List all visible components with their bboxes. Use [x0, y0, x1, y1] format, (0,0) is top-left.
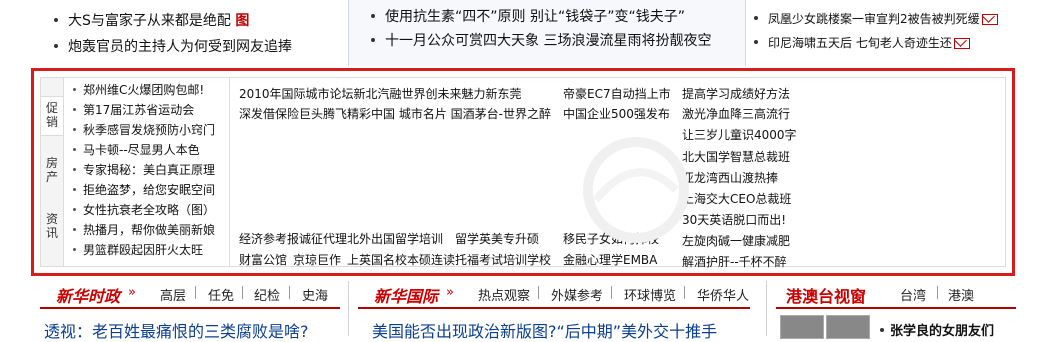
tab-realestate[interactable]: 房产 [41, 152, 63, 190]
ad-link[interactable]: 深发借保险巨头腾飞精彩中国 城市名片 国酒茅台-世界之醉 [239, 105, 551, 122]
headline-link[interactable]: 张学良的女朋友们 [880, 320, 994, 339]
section-title[interactable]: 港澳台视窗 [786, 283, 866, 307]
video-icon [981, 14, 998, 25]
section-link[interactable]: 高层 [160, 285, 186, 304]
section-link[interactable]: 环球博览 [624, 285, 676, 304]
ad-link[interactable]: 30天英语脱口而出! [682, 211, 786, 228]
brush-art-icon [583, 137, 689, 243]
ad-link[interactable]: 中国企业500强发布 [563, 105, 670, 122]
column-divider [348, 281, 349, 336]
tab-info[interactable]: 资讯 [41, 208, 63, 246]
section-link[interactable]: 港澳 [948, 285, 974, 304]
section-link[interactable]: 热点观察 [478, 285, 530, 304]
section-header-shizheng: 新华时政 » 高层 任免 纪检 史海 [40, 281, 340, 309]
bullet-icon [73, 208, 76, 211]
section-link[interactable]: 纪检 [254, 285, 280, 304]
tab-promotion[interactable]: 促销 [41, 96, 63, 136]
top-news-middle: 使用抗生素“四不”原则 别让“钱袋子”变“钱夫子” 十一月公众可赏四大天象 三场… [348, 0, 746, 66]
bullet-icon [880, 328, 884, 332]
ad-link[interactable]: 2010年国际城市论坛新北汽融世界创未来魅力新东莞 [239, 85, 522, 102]
ad-link[interactable]: 上海交大CEO总裁班 [682, 190, 791, 207]
ad-link[interactable]: 北大国学智慧总裁班 [682, 148, 790, 165]
divider [538, 286, 539, 299]
section-link[interactable]: 华侨华人 [697, 285, 749, 304]
bullet-icon [73, 228, 76, 231]
list-item[interactable]: 第17届江苏省运动会 [73, 101, 194, 118]
divider [611, 286, 612, 299]
ad-link[interactable]: 京琼巨作 [293, 251, 341, 268]
promo-tabs: 促销 房产 资讯 [41, 78, 64, 266]
ad-link[interactable]: 让三岁儿童识4000字 [682, 126, 797, 143]
arrow-icon: » [128, 285, 136, 300]
photo-thumbnail[interactable] [826, 315, 870, 339]
ad-link[interactable]: 帝豪EC7自动挡上市 [563, 85, 671, 102]
divider [242, 286, 243, 299]
list-item[interactable]: 拒绝盗梦，给您安眠空间 [73, 181, 215, 198]
ad-link[interactable]: 经济参考报诚征代理北外出国留学培训 [239, 230, 443, 247]
list-item[interactable]: 马卡顿--尽显男人本色 [73, 141, 200, 158]
headline-link[interactable]: 美国能否出现政治新版图?“后中期”美外交十推手 [372, 318, 717, 342]
top-news-left: 大S与富家子从来都是绝配 图 炮轰官员的主持人为何受到网友追捧 [34, 0, 348, 66]
top-news-right: 凤凰少女跳楼案一审宣判2被告被判死缓 印尼海啸五天后 七旬老人奇迹生还 [746, 0, 1036, 66]
ad-link[interactable]: 激光净血降三高流行 [682, 105, 790, 122]
list-item[interactable]: 秋季感冒发烧预防小窍门 [73, 121, 215, 138]
news-link[interactable]: 凤凰少女跳楼案一审宣判2被告被判死缓 [754, 10, 998, 27]
divider [289, 286, 290, 299]
promo-inner: 促销 房产 资讯 郑州维C火爆团购包邮! 第17届江苏省运动会 秋季感冒发烧预防… [40, 77, 1006, 270]
bullet-icon [54, 43, 58, 48]
ad-link[interactable]: 财富公馆 [239, 251, 287, 268]
bullet-icon [73, 128, 76, 131]
news-link[interactable]: 十一月公众可赏四大天象 三场浪漫流星雨将扮靓夜空 [371, 30, 711, 50]
divider [937, 286, 938, 299]
bullet-icon [73, 188, 76, 191]
top-news-strip: 大S与富家子从来都是绝配 图 炮轰官员的主持人为何受到网友追捧 使用抗生素“四不… [0, 0, 1039, 66]
bullet-icon [73, 168, 76, 171]
bullet-icon [754, 40, 758, 44]
promo-box: 促销 房产 资讯 郑州维C火爆团购包邮! 第17届江苏省运动会 秋季感冒发烧预防… [31, 68, 1015, 276]
divider [684, 286, 685, 299]
ad-link[interactable]: 提高学习成绩好方法 [682, 85, 790, 102]
ad-link[interactable]: 上英国名校本硕连读托福考试培训学校 [347, 251, 551, 268]
list-item[interactable]: 男篮群殴起因肝火太旺 [73, 241, 203, 258]
photo-tag[interactable]: 图 [235, 13, 249, 29]
bullet-icon [754, 16, 758, 20]
bullet-icon [371, 13, 375, 18]
promo-list: 郑州维C火爆团购包邮! 第17届江苏省运动会 秋季感冒发烧预防小窍门 马卡顿--… [63, 78, 230, 266]
list-item[interactable]: 郑州维C火爆团购包邮! [73, 81, 204, 98]
divider [195, 286, 196, 299]
section-link[interactable]: 任免 [208, 285, 234, 304]
ad-link[interactable]: 解酒护肝--千杯不醉 [682, 253, 787, 270]
ad-link[interactable]: 左旋肉碱一健康减肥 [682, 232, 790, 249]
list-item[interactable]: 专家揭秘：美白真正原理 [73, 161, 215, 178]
headline-link[interactable]: 透视：老百姓最痛恨的三类腐败是啥? [44, 318, 309, 342]
bullet-icon [73, 108, 76, 111]
section-link[interactable]: 史海 [302, 285, 328, 304]
list-item[interactable]: 女性抗衰老全攻略（图） [73, 201, 215, 218]
section-header-gangao: 港澳台视窗 台湾 港澳 [776, 281, 1016, 309]
news-link[interactable]: 大S与富家子从来都是绝配 图 [54, 10, 249, 30]
news-link[interactable]: 印尼海啸五天后 七旬老人奇迹生还 [754, 34, 970, 51]
bullet-icon [73, 248, 76, 251]
bullet-icon [54, 17, 58, 22]
section-title[interactable]: 新华国际 [374, 283, 438, 307]
ad-link[interactable]: 金融心理学EMBA [563, 251, 657, 268]
list-item[interactable]: 热播月，帮你做美丽新娘 [73, 221, 215, 238]
news-link[interactable]: 炮轰官员的主持人为何受到网友追捧 [54, 36, 292, 56]
photo-thumbnail[interactable] [780, 315, 824, 339]
bullet-icon [73, 88, 76, 91]
arrow-icon: » [446, 285, 454, 300]
video-icon [953, 38, 970, 49]
column-divider [766, 281, 767, 336]
ad-link[interactable]: 留学英美专升硕 [455, 230, 539, 247]
section-link[interactable]: 外媒参考 [551, 285, 603, 304]
bullet-icon [371, 37, 375, 42]
section-title[interactable]: 新华时政 [56, 283, 120, 307]
ad-link[interactable]: 亚龙湾西山渡热捧 [682, 169, 778, 186]
bullet-icon [73, 148, 76, 151]
section-header-guoji: 新华国际 » 热点观察 外媒参考 环球博览 华侨华人 [358, 281, 750, 309]
news-link[interactable]: 使用抗生素“四不”原则 别让“钱袋子”变“钱夫子” [371, 6, 685, 26]
section-link[interactable]: 台湾 [900, 285, 926, 304]
